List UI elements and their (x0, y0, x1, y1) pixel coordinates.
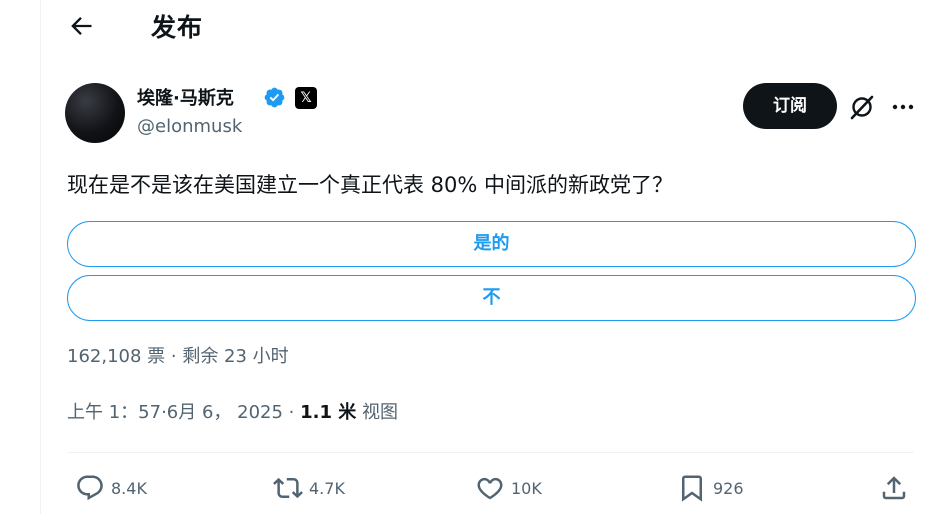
grok-icon[interactable] (848, 93, 876, 121)
tweet-text: 现在是不是该在美国建立一个真正代表 80% 中间派的新政党了？ (67, 173, 674, 197)
author-handle[interactable]: @elonmusk (137, 116, 242, 137)
more-icon[interactable] (889, 93, 917, 121)
x-logo-icon: 𝕏 (295, 87, 317, 109)
timestamp[interactable]: 上午 1：57·6月 6， 2025 · (67, 402, 300, 423)
tweet-timestamp-row: 上午 1：57·6月 6， 2025 · 1.1 米 视图 (67, 398, 398, 424)
share-button[interactable] (879, 472, 915, 504)
subscribe-button[interactable]: 订阅 (743, 83, 837, 129)
like-button[interactable]: 10K (475, 472, 542, 504)
share-icon (882, 476, 906, 500)
reply-button[interactable]: 8.4K (75, 472, 147, 504)
top-bar: 发布 (41, 0, 934, 53)
bookmark-count: 926 (713, 478, 744, 498)
page-title: 发布 (151, 13, 204, 42)
bookmark-button[interactable]: 926 (677, 472, 744, 504)
tweet-detail-column: 发布 埃隆·马斯克 𝕏 @elonmusk 订阅 现在是不是该在美国建立一个真正… (40, 0, 934, 514)
reply-icon (77, 475, 103, 501)
back-arrow-icon[interactable] (67, 12, 95, 40)
like-icon (477, 477, 503, 500)
views-count: 1.1 米 (300, 402, 357, 423)
poll-meta: 162,108 票 · 剩余 23 小时 (67, 346, 289, 367)
avatar[interactable] (65, 83, 125, 143)
verified-icon (264, 87, 285, 108)
poll-option-yes[interactable]: 是的 (67, 221, 916, 267)
bookmark-icon (682, 475, 702, 502)
author-name[interactable]: 埃隆·马斯克 (137, 84, 234, 110)
divider (67, 452, 914, 453)
poll-option-no[interactable]: 不 (67, 275, 916, 321)
repost-icon (273, 477, 303, 499)
repost-button[interactable]: 4.7K (273, 472, 345, 504)
reply-count: 8.4K (111, 478, 147, 498)
views-label: 视图 (356, 402, 399, 423)
like-count: 10K (511, 478, 542, 498)
repost-count: 4.7K (309, 478, 345, 498)
